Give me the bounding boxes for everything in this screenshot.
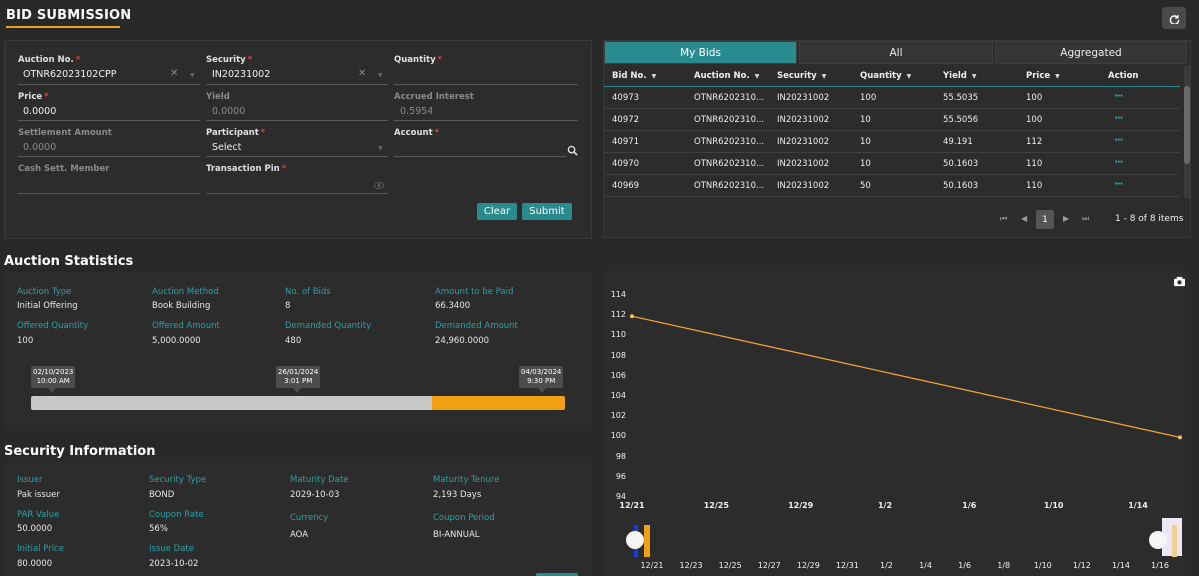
navigator-tick-label: 1/8 <box>997 561 1011 570</box>
price-point[interactable] <box>1178 435 1182 440</box>
navigator-tick-label: 1/10 <box>1033 561 1052 570</box>
navigator-right-fill <box>1172 525 1177 557</box>
navigator-tick-label: 1/12 <box>1072 561 1091 570</box>
navigator-tick-label: 1/2 <box>880 561 893 570</box>
navigator-tick-label: 12/21 <box>640 561 664 570</box>
navigator-tick-label: 1/16 <box>1151 561 1169 570</box>
navigator-tick-label: 1/14 <box>1111 561 1130 570</box>
navigator-left-fill <box>644 525 650 557</box>
navigator-tick-label: 12/27 <box>757 561 781 570</box>
navigator-tick-label: 12/23 <box>679 561 703 570</box>
navigator-tick-label: 12/25 <box>718 561 742 570</box>
price-point[interactable] <box>630 314 634 319</box>
navigator-left-handle[interactable] <box>626 531 644 549</box>
navigator-tick-label: 12/31 <box>835 561 859 570</box>
price-line-plot <box>630 314 1182 440</box>
price-series-line <box>631 315 1181 439</box>
navigator-right-handle[interactable] <box>1149 531 1167 549</box>
navigator-tick-label: 1/4 <box>919 561 932 570</box>
navigator-tick-label: 1/6 <box>958 561 972 570</box>
navigator-tick-label: 12/29 <box>796 561 820 570</box>
